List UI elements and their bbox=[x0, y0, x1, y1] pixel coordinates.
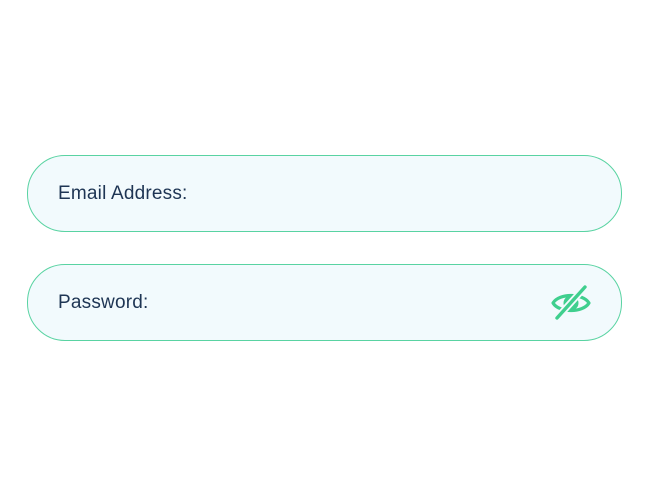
email-field[interactable]: Email Address: bbox=[27, 155, 622, 232]
password-field[interactable]: Password: bbox=[27, 264, 622, 341]
password-label: Password: bbox=[58, 291, 149, 313]
email-input[interactable] bbox=[195, 173, 593, 214]
login-form: Email Address: Password: bbox=[27, 155, 622, 341]
password-input[interactable] bbox=[156, 282, 549, 323]
eye-off-icon bbox=[551, 283, 591, 321]
password-visibility-toggle[interactable] bbox=[549, 281, 593, 325]
email-label: Email Address: bbox=[58, 182, 188, 204]
